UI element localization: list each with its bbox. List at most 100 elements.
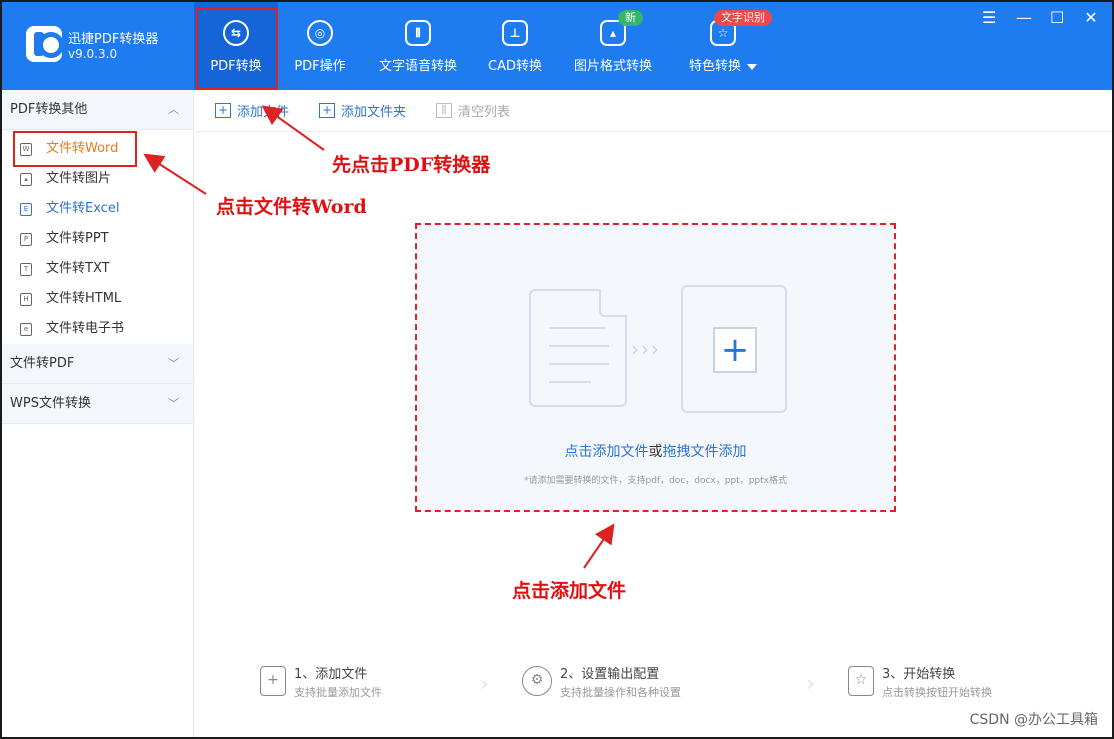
nav-label: 图片格式转换 — [573, 59, 652, 74]
add-folder-button[interactable]: + 添加文件夹 — [319, 101, 406, 120]
nav-label: 特色转换 — [688, 59, 741, 74]
add-file-button[interactable]: + 添加文件 — [215, 101, 289, 120]
add-file-icon: + — [260, 666, 286, 696]
step-sub: 点击转换按钮开始转换 — [882, 686, 992, 699]
close-icon[interactable]: ✕ — [1084, 8, 1098, 27]
nav-image[interactable]: 新 ▴ 图片格式转换 — [556, 2, 670, 90]
item-label: 文件转电子书 — [46, 321, 125, 336]
window-controls: ☰ — ☐ ✕ — [982, 8, 1098, 27]
nav-pdf-operate[interactable]: ◎ PDF操作 — [278, 2, 362, 90]
app-name: 迅捷PDF转换器 — [68, 32, 159, 47]
highlight-word — [13, 131, 137, 167]
chevron-right-icon: › — [806, 672, 815, 697]
nav-special[interactable]: 文字识别 ☆ 特色转换 — [670, 2, 776, 90]
sidebar-item-html[interactable]: H 文件转HTML — [2, 284, 193, 314]
chevron-down-icon: ﹀ — [168, 357, 179, 370]
app-logo-icon — [26, 26, 64, 62]
sidebar-item-ppt[interactable]: P 文件转PPT — [2, 224, 193, 254]
step-title: 3、开始转换 — [882, 667, 956, 682]
sidebar: PDF转换其他 ︿ W 文件转Word ▴ 文件转图片 E 文件转Excel P 文件转… — [2, 90, 194, 737]
caret-down-icon — [747, 63, 757, 70]
doc-line — [549, 327, 605, 329]
drop-zone-hint: *请添加需要转换的文件，支持pdf，doc，docx，ppt，pptx格式 — [524, 476, 787, 486]
sidebar-item-ebook[interactable]: e 文件转电子书 — [2, 314, 193, 344]
step-add-file: + 1、添加文件 支持批量添加文件 — [260, 666, 382, 702]
app-version: v9.0.3.0 — [68, 47, 118, 61]
sidebar-group-pdf-other[interactable]: PDF转换其他 ︿ — [2, 90, 193, 130]
pdf-operate-icon: ◎ — [307, 20, 333, 46]
toolbar: + 添加文件 + 添加文件夹 ⫴ 清空列表 — [195, 90, 1112, 132]
item-label: 文件转TXT — [46, 261, 110, 276]
new-badge: 新 — [618, 10, 643, 26]
file-image-icon: ▴ — [20, 172, 32, 186]
ocr-badge: 文字识别 — [714, 10, 772, 26]
voice-wave-icon: ⫴ — [405, 20, 431, 46]
doc-line — [549, 363, 609, 365]
chevron-right-icon: › — [480, 672, 489, 697]
drop-zone-text: 点击添加文件或拖拽文件添加 — [417, 441, 894, 461]
cad-icon: ⊥ — [502, 20, 528, 46]
plus-icon[interactable]: + — [713, 327, 757, 373]
minimize-icon[interactable]: — — [1016, 8, 1032, 27]
target-file-icon: + — [681, 285, 787, 413]
drag-add-file-link[interactable]: 拖拽文件添加 — [663, 444, 747, 460]
main-nav: ⇆ PDF转换 ◎ PDF操作 ⫴ 文字语音转换 ⊥ CAD转换 新 ▴ 图片格… — [194, 2, 776, 90]
gear-icon: ⚙ — [522, 666, 552, 696]
file-drop-zone[interactable]: ››› + 点击添加文件或拖拽文件添加 *请添加需要转换的文件，支持pdf，do… — [415, 223, 896, 512]
doc-line — [549, 345, 609, 347]
doc-line — [549, 381, 591, 383]
item-label: 文件转PPT — [46, 231, 109, 246]
button-label: 清空列表 — [458, 105, 511, 120]
group-title: WPS文件转换 — [10, 396, 91, 411]
file-html-icon: H — [20, 292, 32, 306]
item-label: 文件转图片 — [46, 171, 112, 186]
annotation-click-word: 点击文件转Word — [216, 196, 367, 218]
file-excel-icon: E — [20, 202, 32, 216]
button-label: 添加文件夹 — [341, 105, 407, 120]
step-sub: 支持批量操作和各种设置 — [560, 686, 681, 699]
item-label: 文件转HTML — [46, 291, 122, 306]
top-bar: 迅捷PDF转换器 v9.0.3.0 ⇆ PDF转换 ◎ PDF操作 ⫴ 文字语音… — [2, 2, 1112, 90]
step-sub: 支持批量添加文件 — [294, 686, 382, 699]
star-box-icon: ☆ — [848, 666, 874, 696]
item-label: 文件转Excel — [46, 201, 120, 216]
nav-label: PDF操作 — [294, 59, 346, 74]
trash-icon: ⫴ — [436, 103, 453, 118]
sidebar-item-excel[interactable]: E 文件转Excel — [2, 194, 193, 224]
sidebar-item-txt[interactable]: T 文件转TXT — [2, 254, 193, 284]
step-start: ☆ 3、开始转换 点击转换按钮开始转换 — [848, 666, 992, 702]
step-title: 2、设置输出配置 — [560, 667, 660, 682]
chevron-up-icon: ︿ — [168, 103, 179, 116]
click-add-file-link[interactable]: 点击添加文件 — [565, 444, 649, 460]
maximize-icon[interactable]: ☐ — [1050, 8, 1064, 27]
sidebar-group-wps[interactable]: WPS文件转换 ﹀ — [2, 384, 193, 424]
or-text: 或 — [648, 444, 663, 460]
group-title: PDF转换其他 — [10, 102, 88, 117]
app-window: 迅捷PDF转换器 v9.0.3.0 ⇆ PDF转换 ◎ PDF操作 ⫴ 文字语音… — [0, 0, 1114, 739]
watermark: CSDN @办公工具箱 — [969, 712, 1098, 728]
sidebar-group-to-pdf[interactable]: 文件转PDF ﹀ — [2, 344, 193, 384]
nav-voice[interactable]: ⫴ 文字语音转换 — [362, 2, 474, 90]
annotation-click-converter: 先点击PDF转换器 — [332, 154, 491, 176]
file-ebook-icon: e — [20, 322, 32, 336]
sidebar-item-image[interactable]: ▴ 文件转图片 — [2, 164, 193, 194]
nav-cad[interactable]: ⊥ CAD转换 — [474, 2, 556, 90]
arrow-to-dropzone — [583, 523, 615, 569]
highlight-pdf-convert — [196, 8, 278, 90]
nav-label: 文字语音转换 — [378, 59, 457, 74]
file-txt-icon: T — [20, 262, 32, 276]
menu-icon[interactable]: ☰ — [982, 8, 996, 27]
step-title: 1、添加文件 — [294, 667, 368, 682]
step-settings: ⚙ 2、设置输出配置 支持批量操作和各种设置 — [522, 666, 681, 702]
folder-plus-icon: + — [319, 103, 336, 118]
clear-list-button[interactable]: ⫴ 清空列表 — [436, 101, 510, 120]
plus-box-icon: + — [215, 103, 231, 118]
nav-label-wrap: 特色转换 — [689, 55, 757, 74]
arrows-icon: ››› — [631, 337, 661, 361]
group-title: 文件转PDF — [10, 356, 75, 371]
chevron-down-icon: ﹀ — [168, 397, 179, 410]
annotation-click-add: 点击添加文件 — [512, 580, 627, 602]
document-icon — [529, 289, 627, 407]
nav-label: CAD转换 — [488, 59, 542, 74]
button-label: 添加文件 — [237, 105, 290, 120]
